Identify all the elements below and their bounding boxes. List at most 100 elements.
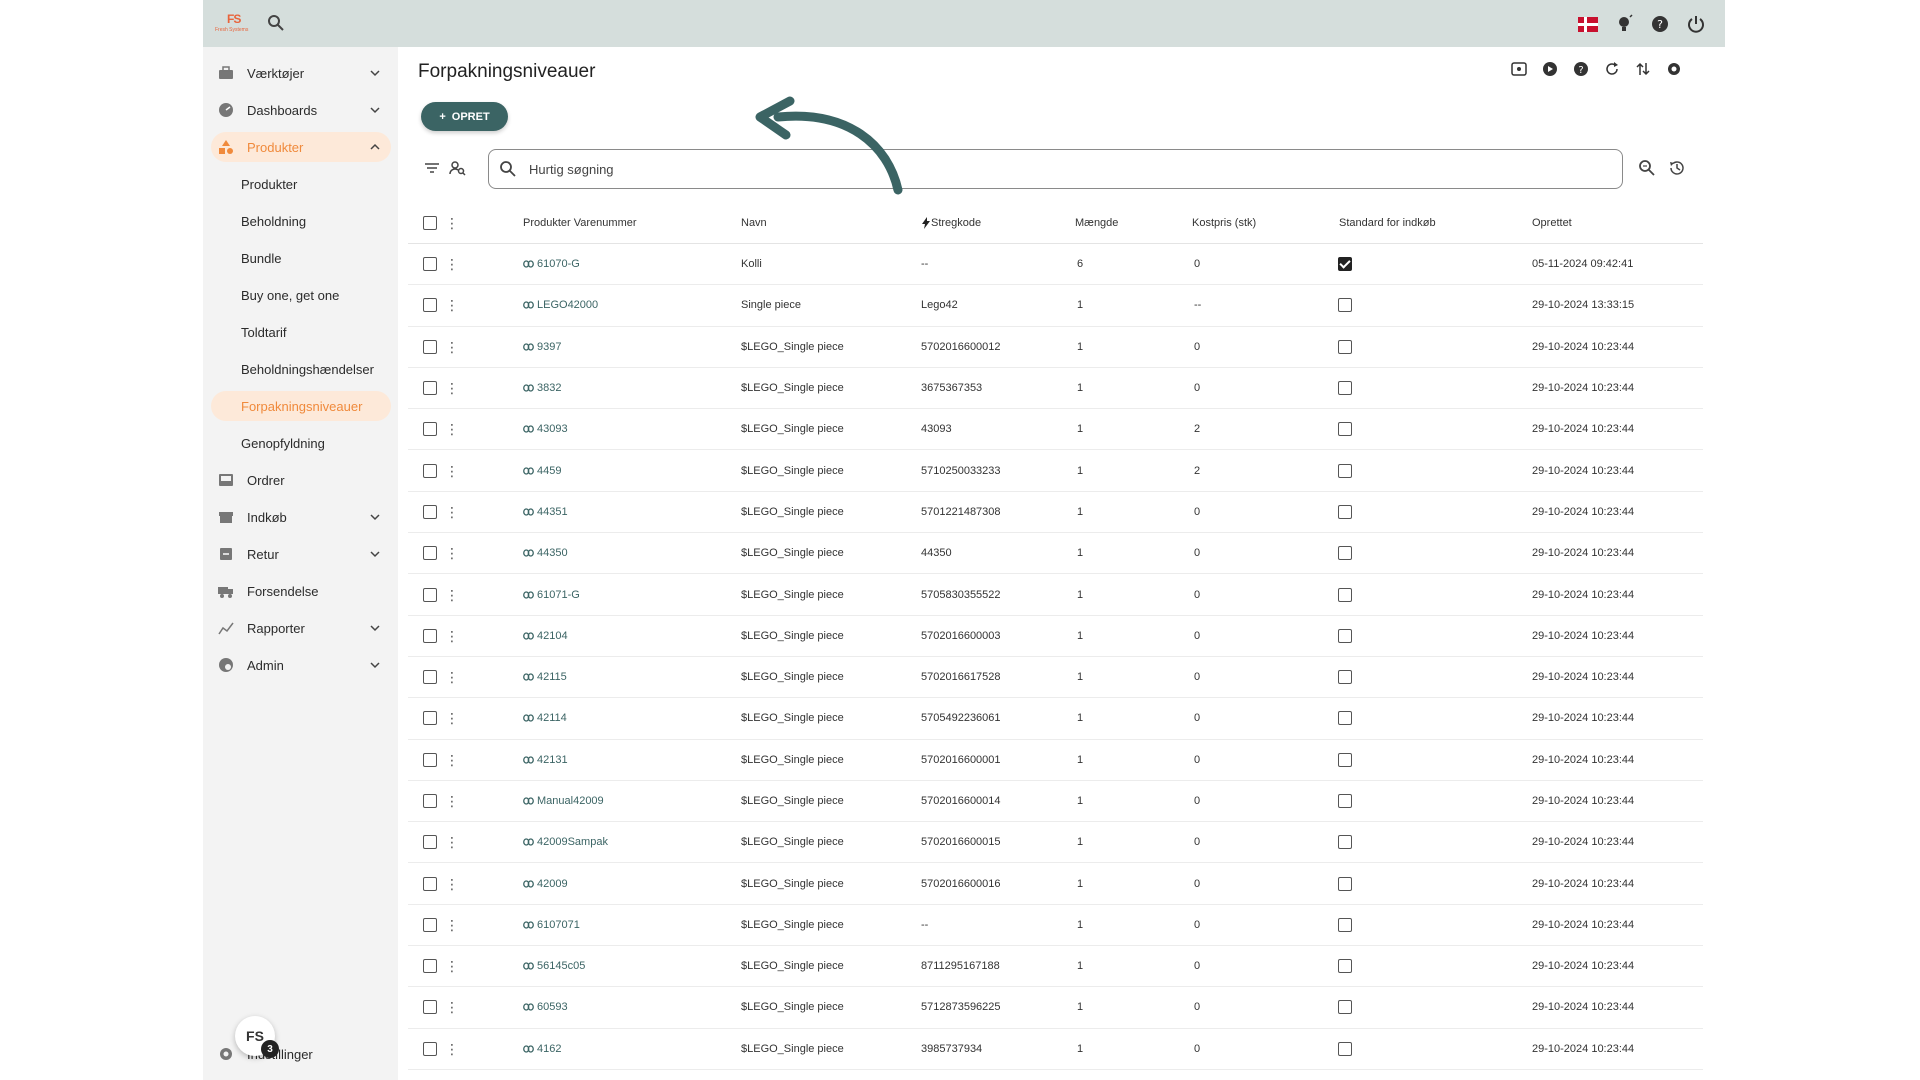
sku-link[interactable]: 60593 — [523, 987, 568, 1027]
table-row[interactable]: ⋮ 56145c05 $LEGO_Single piece 8711295167188… — [408, 946, 1703, 988]
sku-link[interactable]: 4459 — [523, 450, 561, 490]
row-menu-icon[interactable]: ⋮ — [445, 1029, 459, 1069]
create-button[interactable]: + OPRET — [421, 102, 508, 131]
row-checkbox[interactable] — [423, 244, 437, 284]
table-row[interactable]: ⋮ 60593 $LEGO_Single piece 5712873596225 1 0 2… — [408, 987, 1703, 1029]
table-row[interactable]: ⋮ LEGO42000 Single piece Lego42 1 -- 29-10-202… — [408, 285, 1703, 327]
standard-checkbox[interactable] — [1338, 946, 1352, 986]
power-icon[interactable] — [1685, 13, 1707, 35]
standard-checkbox[interactable] — [1338, 822, 1352, 862]
sidebar-subitem-produkter[interactable]: Produkter — [211, 169, 391, 199]
preview-icon[interactable] — [1509, 59, 1528, 78]
row-menu-icon[interactable]: ⋮ — [445, 616, 459, 656]
sku-link[interactable]: 4162 — [523, 1029, 561, 1069]
row-checkbox[interactable] — [423, 698, 437, 738]
sku-link[interactable]: 61070-G — [523, 244, 580, 284]
standard-checkbox[interactable] — [1338, 698, 1352, 738]
gear-icon[interactable] — [1664, 59, 1683, 78]
lightbulb-icon[interactable] — [1613, 13, 1635, 35]
column-header-quantity[interactable]: Mængde — [1075, 202, 1118, 243]
standard-checkbox[interactable] — [1338, 740, 1352, 780]
row-menu-icon[interactable]: ⋮ — [445, 822, 459, 862]
row-menu-icon[interactable]: ⋮ — [445, 533, 459, 573]
sku-link[interactable]: 56145c05 — [523, 946, 585, 986]
refresh-icon[interactable] — [1602, 59, 1621, 78]
sku-link[interactable]: 42009Sampak — [523, 822, 608, 862]
standard-checkbox[interactable] — [1338, 863, 1352, 903]
row-menu-icon[interactable]: ⋮ — [445, 781, 459, 821]
select-all-checkbox[interactable] — [423, 202, 437, 243]
sort-arrows-icon[interactable] — [1633, 59, 1652, 78]
table-row[interactable]: ⋮ 42115 $LEGO_Single piece 5702016617528 1 0 2… — [408, 657, 1703, 699]
row-menu-icon[interactable]: ⋮ — [445, 740, 459, 780]
row-menu-icon[interactable]: ⋮ — [445, 368, 459, 408]
help-icon[interactable]: ? — [1571, 59, 1590, 78]
table-row[interactable]: ⋮ 4459 $LEGO_Single piece 5710250033233 1 2 29… — [408, 450, 1703, 492]
row-menu-icon[interactable]: ⋮ — [445, 244, 459, 284]
row-checkbox[interactable] — [423, 657, 437, 697]
table-row[interactable]: ⋮ 43093 $LEGO_Single piece 43093 1 2 29-10-202… — [408, 409, 1703, 451]
row-menu-icon[interactable]: ⋮ — [445, 698, 459, 738]
table-row[interactable]: ⋮ 42009 $LEGO_Single piece 5702016600016 1 0 2… — [408, 863, 1703, 905]
sku-link[interactable]: 42009 — [523, 863, 568, 903]
sidebar-item-ordrer[interactable]: Ordrer — [211, 465, 391, 495]
column-header-cost[interactable]: Kostpris (stk) — [1192, 202, 1256, 243]
table-row[interactable]: ⋮ 44350 $LEGO_Single piece 44350 1 0 29-10-202… — [408, 533, 1703, 575]
row-checkbox[interactable] — [423, 740, 437, 780]
standard-checkbox[interactable] — [1338, 616, 1352, 656]
table-row[interactable]: ⋮ 44351 $LEGO_Single piece 5701221487308 1 0 2… — [408, 492, 1703, 534]
header-menu-icon[interactable]: ⋮ — [445, 202, 459, 243]
help-icon[interactable]: ? — [1649, 13, 1671, 35]
logo[interactable]: FS Fresh Systems — [213, 12, 257, 36]
sku-link[interactable]: Manual42009 — [523, 781, 604, 821]
row-checkbox[interactable] — [423, 533, 437, 573]
standard-checkbox[interactable] — [1338, 1029, 1352, 1069]
row-checkbox[interactable] — [423, 946, 437, 986]
sidebar-item-forsendelse[interactable]: Forsendelse — [211, 576, 391, 606]
person-search-icon[interactable] — [448, 159, 466, 177]
row-checkbox[interactable] — [423, 368, 437, 408]
standard-checkbox[interactable] — [1338, 987, 1352, 1027]
row-checkbox[interactable] — [423, 781, 437, 821]
sidebar-item-retur[interactable]: Retur — [211, 539, 391, 569]
advanced-search-icon[interactable] — [1638, 159, 1656, 177]
sku-link[interactable]: LEGO42000 — [523, 285, 598, 325]
standard-checkbox[interactable] — [1338, 781, 1352, 821]
row-checkbox[interactable] — [423, 574, 437, 614]
row-checkbox[interactable] — [423, 285, 437, 325]
sku-link[interactable]: 44351 — [523, 492, 568, 532]
sidebar-item-indkob[interactable]: Indkøb — [211, 502, 391, 532]
standard-checkbox[interactable] — [1338, 244, 1352, 284]
play-icon[interactable] — [1540, 59, 1559, 78]
sku-link[interactable]: 6107071 — [523, 905, 580, 945]
row-menu-icon[interactable]: ⋮ — [445, 492, 459, 532]
row-checkbox[interactable] — [423, 409, 437, 449]
column-header-standard[interactable]: Standard for indkøb — [1339, 202, 1436, 243]
table-row[interactable]: ⋮ 42131 $LEGO_Single piece 5702016600001 1 0 2… — [408, 740, 1703, 781]
sku-link[interactable]: 42104 — [523, 616, 568, 656]
row-menu-icon[interactable]: ⋮ — [445, 987, 459, 1027]
row-checkbox[interactable] — [423, 863, 437, 903]
sidebar-item-rapporter[interactable]: Rapporter — [211, 613, 391, 643]
history-icon[interactable] — [1668, 159, 1686, 177]
standard-checkbox[interactable] — [1338, 409, 1352, 449]
row-menu-icon[interactable]: ⋮ — [445, 905, 459, 945]
column-header-name[interactable]: Navn — [741, 202, 767, 243]
table-row[interactable]: ⋮ 42114 $LEGO_Single piece 5705492236061 1 0 2… — [408, 698, 1703, 740]
sidebar-item-produkter[interactable]: Produkter — [211, 132, 391, 162]
sidebar-subitem-bundle[interactable]: Bundle — [211, 243, 391, 273]
sku-link[interactable]: 42114 — [523, 698, 567, 738]
row-checkbox[interactable] — [423, 616, 437, 656]
table-row[interactable]: ⋮ 6107071 $LEGO_Single piece -- 1 0 29-10-2024… — [408, 905, 1703, 947]
quick-search-input[interactable] — [529, 161, 1429, 177]
filter-icon[interactable] — [423, 159, 441, 177]
sku-link[interactable]: 9397 — [523, 327, 561, 367]
row-menu-icon[interactable]: ⋮ — [445, 285, 459, 325]
sidebar-subitem-forpakningsniveauer[interactable]: Forpakningsniveauer — [211, 391, 391, 421]
column-header-sku[interactable]: Produkter Varenummer — [523, 202, 637, 243]
sku-link[interactable]: 61071-G — [523, 574, 580, 614]
column-header-created[interactable]: Oprettet — [1532, 202, 1572, 243]
row-checkbox[interactable] — [423, 492, 437, 532]
standard-checkbox[interactable] — [1338, 905, 1352, 945]
sidebar-subitem-toldtarif[interactable]: Toldtarif — [211, 317, 391, 347]
